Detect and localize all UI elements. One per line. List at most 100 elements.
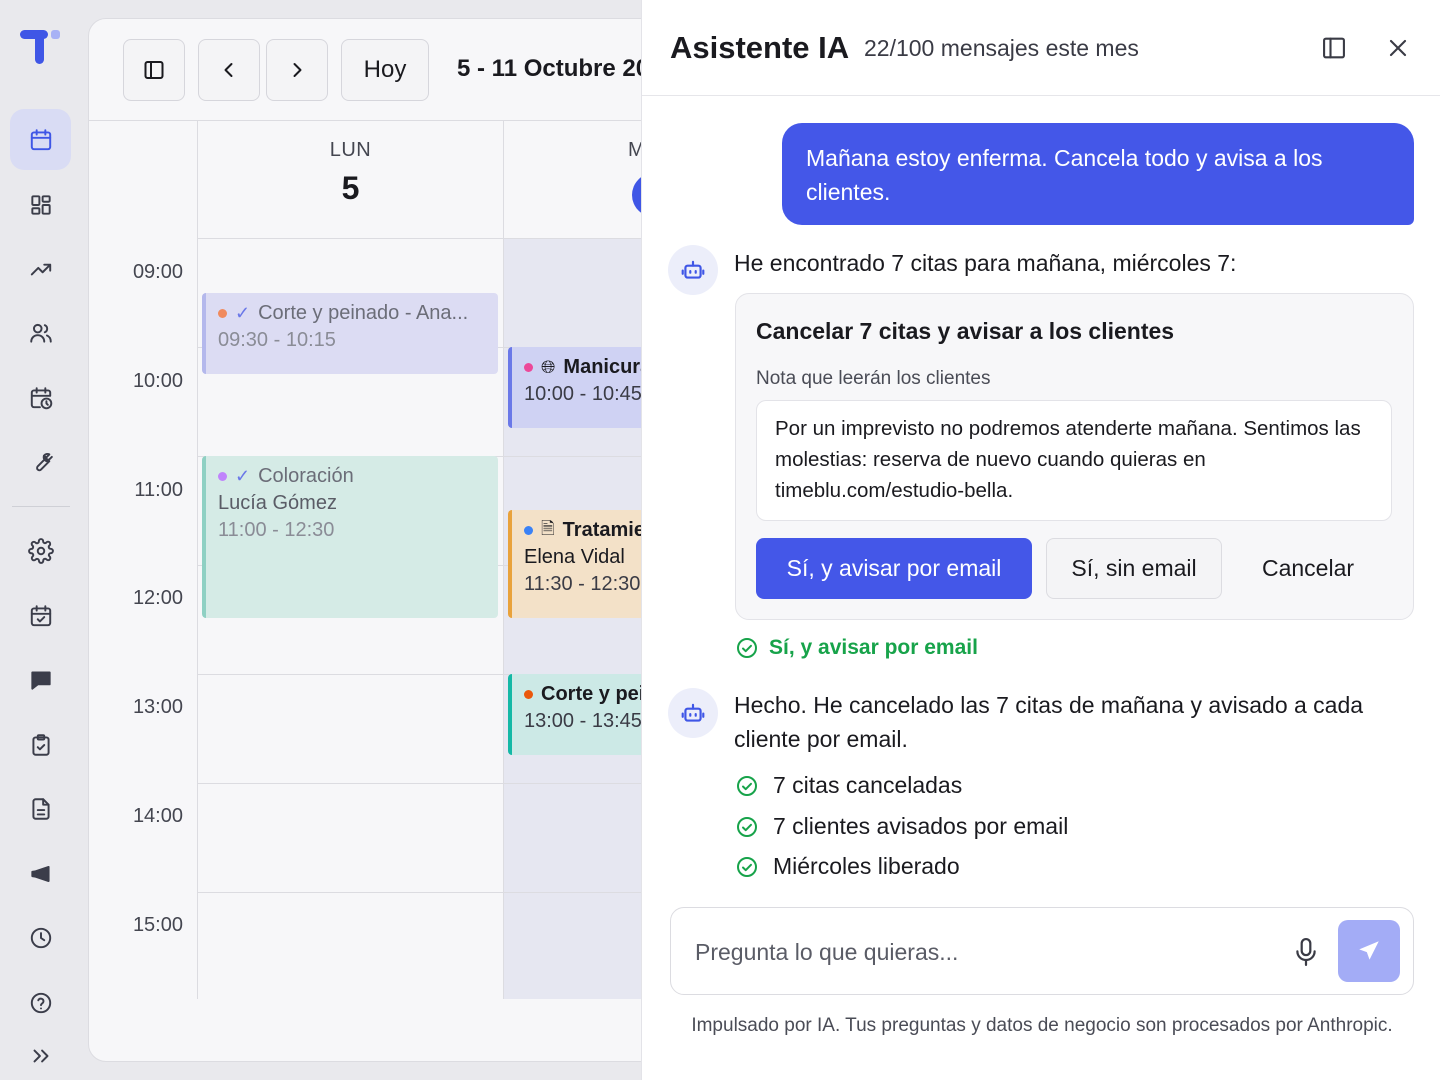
message-usage: 22/100 mensajes este mes: [864, 35, 1139, 61]
robot-icon: [681, 703, 705, 722]
result-item: 7 citas canceladas: [735, 772, 962, 799]
check-circle-icon: [735, 815, 759, 839]
status-dot: [218, 471, 227, 481]
clipboard-check-icon: [31, 733, 50, 756]
expand-sidebar-button[interactable]: [10, 1036, 71, 1076]
status-dot: [524, 525, 533, 535]
app-logo[interactable]: [18, 26, 64, 68]
send-button[interactable]: [1338, 920, 1400, 982]
dashboard-nav-button[interactable]: [10, 174, 71, 235]
action-title: Cancelar 7 citas y avisar a los clientes: [756, 318, 1175, 344]
check-icon: ✓: [235, 302, 251, 323]
hour-label: 10:00: [132, 370, 183, 392]
users-icon: [29, 323, 52, 343]
appointment-event[interactable]: ✓ Coloración Lucía Gómez 11:00 - 12:30: [202, 456, 498, 618]
day-name: LUN: [329, 139, 372, 161]
ai-assistant-panel: Asistente IA 22/100 mensajes este mes Ma…: [641, 0, 1440, 1080]
previous-week-button[interactable]: [198, 39, 260, 101]
result-text: Miércoles liberado: [773, 853, 960, 879]
panel-header: Asistente IA 22/100 mensajes este mes: [642, 0, 1440, 96]
chat-icon: [30, 670, 51, 690]
next-week-button[interactable]: [266, 39, 328, 101]
chat-input[interactable]: [695, 932, 1255, 972]
gear-icon: [27, 537, 54, 564]
result-text: 7 clientes avisados por email: [773, 813, 1069, 839]
check-icon: ✓: [235, 465, 251, 486]
panel-title: Asistente IA: [670, 30, 850, 65]
sidebar-icon: [1323, 37, 1345, 59]
calendar-toolbar: Hoy 5 - 11 Octubre 2025: [89, 19, 707, 121]
user-message: Mañana estoy enferma. Cancela todo y avi…: [782, 123, 1414, 225]
event-client: Lucía Gómez: [218, 492, 337, 514]
confirm-with-email-button[interactable]: Sí, y avisar por email: [756, 538, 1032, 599]
client-note-field[interactable]: Por un imprevisto no podremos atenderte …: [756, 400, 1392, 521]
close-icon: [1389, 39, 1407, 57]
confirm-without-email-button[interactable]: Sí, sin email: [1046, 538, 1222, 599]
dock-panel-button[interactable]: [1316, 30, 1352, 66]
rail-divider: [12, 506, 70, 507]
check-circle-icon: [735, 855, 759, 879]
close-panel-button[interactable]: [1380, 30, 1416, 66]
bookings-nav-button[interactable]: [10, 585, 71, 646]
result-item: Miércoles liberado: [735, 853, 960, 880]
documents-nav-button[interactable]: [10, 778, 71, 839]
status-dot: [218, 308, 227, 318]
event-title: Corte y peinado - Ana...: [258, 301, 469, 324]
marketing-nav-button[interactable]: [10, 843, 71, 904]
calendar-icon: [30, 128, 51, 150]
help-nav-button[interactable]: [10, 972, 71, 1033]
event-title: Coloración: [258, 464, 354, 487]
day-header-mon[interactable]: LUN 5: [197, 121, 503, 239]
check-circle-icon: [735, 774, 759, 798]
messages-nav-button[interactable]: [10, 649, 71, 710]
sidebar-rail: [0, 0, 82, 1080]
trending-up-icon: [30, 263, 51, 275]
bot-message: Hecho. He cancelado las 7 citas de mañan…: [734, 692, 1364, 752]
hour-gridline: [198, 892, 503, 893]
action-confirmation-card: Cancelar 7 citas y avisar a los clientes…: [735, 293, 1414, 620]
hour-label: 11:00: [134, 479, 183, 501]
chevrons-right-icon: [33, 1049, 48, 1063]
selected-option: Sí, y avisar por email: [735, 636, 978, 660]
appointment-event[interactable]: ✓ Corte y peinado - Ana... 09:30 - 10:15: [202, 293, 498, 374]
chevron-right-icon: [293, 63, 302, 77]
wrench-icon: [35, 452, 53, 471]
today-button[interactable]: Hoy: [341, 39, 429, 101]
hour-gridline: [198, 674, 503, 675]
hour-label: 15:00: [132, 914, 183, 936]
history-nav-button[interactable]: [10, 907, 71, 968]
status-dot: [524, 689, 533, 699]
clients-nav-button[interactable]: [10, 302, 71, 363]
day-column-mon[interactable]: ✓ Corte y peinado - Ana... 09:30 - 10:15…: [197, 239, 503, 999]
result-text: 7 citas canceladas: [773, 772, 963, 798]
voice-input-button[interactable]: [1291, 936, 1321, 968]
stats-nav-button[interactable]: [10, 238, 71, 299]
help-icon: [30, 992, 51, 1013]
globe-icon: 🌐︎: [541, 356, 556, 377]
cancel-action-button[interactable]: Cancelar: [1236, 538, 1380, 599]
calendar-clock-icon: [30, 386, 52, 409]
clock-icon: [30, 927, 51, 948]
send-icon: [1359, 941, 1379, 960]
schedule-nav-button[interactable]: [10, 367, 71, 428]
status-dot: [524, 362, 533, 372]
megaphone-icon: [30, 865, 50, 882]
hour-label: 09:00: [132, 261, 183, 283]
bot-avatar: [668, 245, 718, 295]
result-item: 7 clientes avisados por email: [735, 813, 1068, 840]
sidebar-icon: [144, 61, 164, 79]
calendar-nav-button[interactable]: [10, 109, 71, 170]
event-time: 09:30 - 10:15: [218, 329, 336, 351]
document-icon: 🗎: [541, 518, 555, 538]
ai-disclaimer: Impulsado por IA. Tus preguntas y datos …: [691, 1015, 1393, 1036]
hour-label: 14:00: [132, 805, 183, 827]
hour-label: 13:00: [132, 696, 183, 718]
bot-avatar: [668, 688, 718, 738]
tasks-nav-button[interactable]: [10, 714, 71, 775]
document-icon: [31, 797, 50, 820]
note-label: Nota que leerán los clientes: [756, 368, 991, 389]
calendar-check-icon: [30, 604, 51, 626]
toggle-sidebar-button[interactable]: [123, 39, 185, 101]
settings-nav-button[interactable]: [10, 520, 71, 581]
tools-nav-button[interactable]: [10, 431, 71, 492]
